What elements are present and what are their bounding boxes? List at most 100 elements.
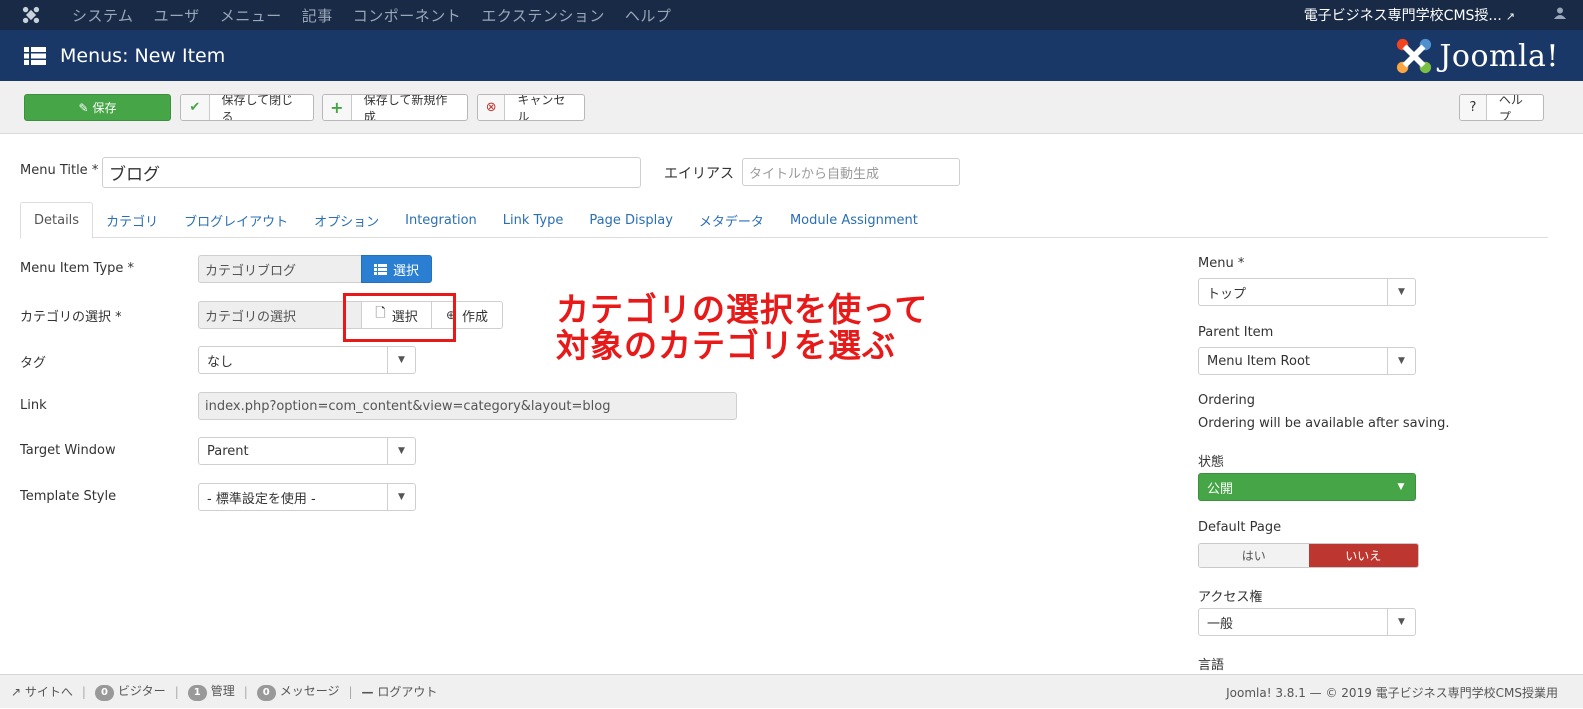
tab-integration[interactable]: Integration [392,202,490,238]
joomla-brand: Joomla! [1395,37,1559,75]
chevron-down-icon: ▼ [1387,348,1415,374]
menu-item-type-value: カテゴリブログ [205,263,297,279]
joomla-logo-icon[interactable] [0,0,62,30]
tab-bar: Details カテゴリ ブログレイアウト オプション Integration … [20,202,1548,239]
menu-item-type-label: Menu Item Type * [20,261,135,276]
chevron-down-icon: ▼ [387,347,415,373]
save-button[interactable]: ✎ 保存 [24,94,171,121]
target-window-select[interactable]: Parent ▼ [198,437,416,465]
chevron-down-icon: ▼ [1397,482,1405,492]
messages-label: メッセージ [279,684,340,698]
template-style-value: - 標準設定を使用 - [207,491,316,507]
tab-details[interactable]: Details [20,202,94,239]
external-link-icon: ↗ [1505,10,1515,23]
help-button[interactable]: ? ヘルプ [1459,94,1544,121]
visitors-link[interactable]: 0 ビジター [94,682,166,701]
link-value: index.php?option=com_content&view=catego… [205,398,611,414]
separator: | [243,684,248,699]
menu-value: トップ [1207,286,1247,302]
tab-page-display[interactable]: Page Display [576,202,686,238]
site-link[interactable]: 電子ビジネス専門学校CMS授... ↗ [1304,5,1537,25]
nav-system[interactable]: システム [62,5,144,26]
list-icon [24,46,60,65]
nav-extensions[interactable]: エクステンション [471,5,615,26]
tag-select[interactable]: なし ▼ [198,346,416,374]
tab-blog-layout[interactable]: ブログレイアウト [171,202,301,238]
nav-components[interactable]: コンポーネント [343,5,472,26]
target-window-label: Target Window [20,443,116,458]
save-new-button[interactable]: + 保存して新規作成 [322,94,468,121]
plus-icon: + [323,95,352,120]
alias-label: エイリアス [664,166,734,182]
view-site-label: サイトへ [24,685,73,699]
nav-help[interactable]: ヘルプ [615,5,682,26]
tab-link-type[interactable]: Link Type [490,202,577,238]
toolbar: ✎ 保存 ✔ 保存して閉じる + 保存して新規作成 ⊗ キャンセル ? ヘルプ [0,81,1583,134]
admin-link[interactable]: 1 管理 [187,682,235,701]
template-style-label: Template Style [20,489,117,504]
minus-icon: — [361,685,374,699]
admin-count-badge: 1 [187,685,207,701]
tab-options[interactable]: オプション [301,202,392,238]
menu-select[interactable]: トップ ▼ [1198,278,1416,306]
save-close-button[interactable]: ✔ 保存して閉じる [180,94,314,121]
default-yes-option[interactable]: はい [1199,544,1309,567]
ordering-text: Ordering will be available after saving. [1198,416,1450,431]
link-field: index.php?option=com_content&view=catego… [198,392,737,420]
category-field: カテゴリの選択 [198,301,362,329]
separator: | [81,684,86,699]
ordering-label: Ordering [1198,393,1256,408]
tab-module-assignment[interactable]: Module Assignment [777,202,931,238]
menu-title-label: Menu Title * [20,163,99,178]
access-select[interactable]: 一般 ▼ [1198,608,1416,636]
annotation-line-2: 対象のカテゴリを選ぶ [556,326,896,365]
parent-item-label: Parent Item [1198,325,1274,340]
separator: | [174,684,179,699]
view-site-link[interactable]: ↗ サイトへ [11,683,73,700]
menu-title-input[interactable]: ブログ [102,157,641,188]
chevron-down-icon: ▼ [387,484,415,510]
menu-item-type-field: カテゴリブログ [198,255,362,283]
access-label: アクセス権 [1198,590,1263,605]
default-no-option[interactable]: いいえ [1308,544,1418,567]
admin-label: 管理 [210,684,235,698]
tab-category[interactable]: カテゴリ [93,202,171,238]
status-select[interactable]: 公開 ▼ [1198,473,1416,501]
parent-item-value: Menu Item Root [1207,353,1311,369]
messages-count-badge: 0 [256,685,276,701]
cancel-icon: ⊗ [478,95,506,120]
chevron-down-icon: ▼ [1387,279,1415,305]
separator: | [348,684,353,699]
site-name: 電子ビジネス専門学校CMS授... [1303,8,1502,24]
target-window-value: Parent [207,443,249,459]
chevron-down-icon: ▼ [387,438,415,464]
tab-metadata[interactable]: メタデータ [686,202,777,238]
messages-link[interactable]: 0 メッセージ [256,682,340,701]
status-label: 状態 [1198,455,1225,470]
menu-item-type-select-label: 選択 [392,263,419,279]
joomla-wordmark: Joomla! [1439,38,1559,74]
page-header: Menus: New Item Joomla! [0,30,1583,81]
user-icon[interactable] [1537,7,1583,23]
nav-content[interactable]: 記事 [292,5,343,26]
language-label: 言語 [1198,658,1225,673]
parent-item-select[interactable]: Menu Item Root ▼ [1198,347,1416,375]
list-icon [373,263,387,275]
visitors-label: ビジター [117,684,166,698]
tag-value: なし [207,354,234,370]
logout-label: ログアウト [377,685,438,699]
tag-label: タグ [20,356,47,371]
logout-link[interactable]: — ログアウト [362,683,438,700]
nav-menus[interactable]: メニュー [210,5,292,26]
menu-label: Menu * [1198,256,1245,271]
cancel-button[interactable]: ⊗ キャンセル [477,94,585,121]
page-title: Menus: New Item [60,44,226,67]
annotation-text: カテゴリの選択を使って 対象のカテゴリを選ぶ [556,292,928,364]
menu-item-type-select-button[interactable]: 選択 [361,255,432,283]
access-value: 一般 [1207,616,1234,632]
nav-users[interactable]: ユーザ [144,5,210,26]
chevron-down-icon: ▼ [1387,609,1415,635]
alias-input[interactable]: タイトルから自動生成 [742,158,960,186]
template-style-select[interactable]: - 標準設定を使用 - ▼ [198,483,416,511]
category-value: カテゴリの選択 [205,309,297,325]
